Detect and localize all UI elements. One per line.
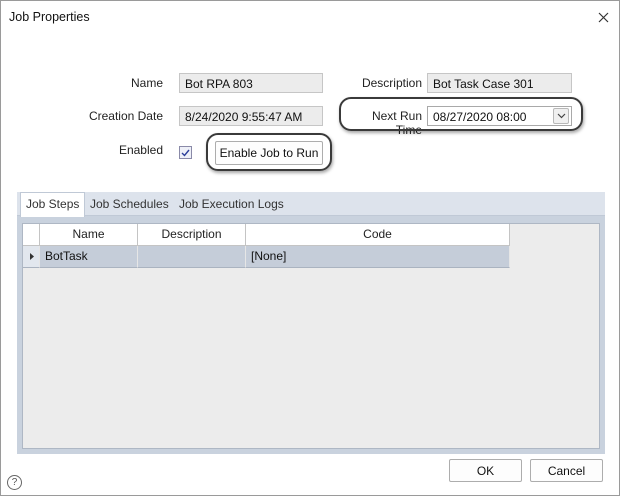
column-header-code[interactable]: Code (246, 224, 510, 246)
creation-date-field: 8/24/2020 9:55:47 AM (179, 106, 323, 126)
description-field[interactable]: Bot Task Case 301 (427, 73, 572, 93)
column-header-name[interactable]: Name (40, 224, 138, 246)
enabled-label: Enabled (118, 143, 163, 157)
next-run-time-label: Next Run Time (371, 109, 422, 137)
checkmark-icon (181, 149, 190, 157)
cancel-button[interactable]: Cancel (530, 459, 603, 482)
row-pointer-icon (30, 253, 34, 260)
table-cell-name[interactable]: BotTask (40, 246, 138, 268)
name-label: Name (130, 76, 163, 90)
chevron-down-icon (557, 113, 565, 119)
job-properties-dialog: Job Properties Name Bot RPA 803 Descript… (0, 0, 620, 496)
description-label: Description (361, 76, 422, 90)
next-run-time-dropdown[interactable]: 08/27/2020 08:00 (427, 106, 572, 126)
help-icon[interactable]: ? (7, 475, 22, 490)
close-icon (598, 12, 608, 22)
name-field[interactable]: Bot RPA 803 (179, 73, 323, 93)
table-cell-description[interactable] (138, 246, 246, 268)
tab-job-execution-logs[interactable]: Job Execution Logs (174, 192, 289, 216)
tab-panel: Job Steps Job Schedules Job Execution Lo… (17, 192, 605, 454)
enabled-checkbox[interactable] (179, 146, 192, 159)
ok-button[interactable]: OK (449, 459, 522, 482)
table-cell-code[interactable]: [None] (246, 246, 510, 268)
tab-job-steps[interactable]: Job Steps (20, 192, 86, 217)
tab-strip: Job Steps Job Schedules Job Execution Lo… (17, 192, 605, 217)
close-button[interactable] (593, 7, 613, 27)
tab-job-schedules[interactable]: Job Schedules (85, 192, 174, 216)
enable-job-button[interactable]: Enable Job to Run (215, 141, 323, 165)
next-run-time-value: 08/27/2020 08:00 (433, 110, 527, 124)
row-header-corner (23, 224, 40, 246)
creation-date-label: Creation Date (88, 109, 163, 123)
dialog-title: Job Properties (9, 10, 90, 24)
job-steps-grid: Name Description Code BotTask [None] (22, 223, 600, 449)
dropdown-button[interactable] (553, 108, 569, 124)
row-indicator[interactable] (23, 246, 40, 268)
column-header-description[interactable]: Description (138, 224, 246, 246)
